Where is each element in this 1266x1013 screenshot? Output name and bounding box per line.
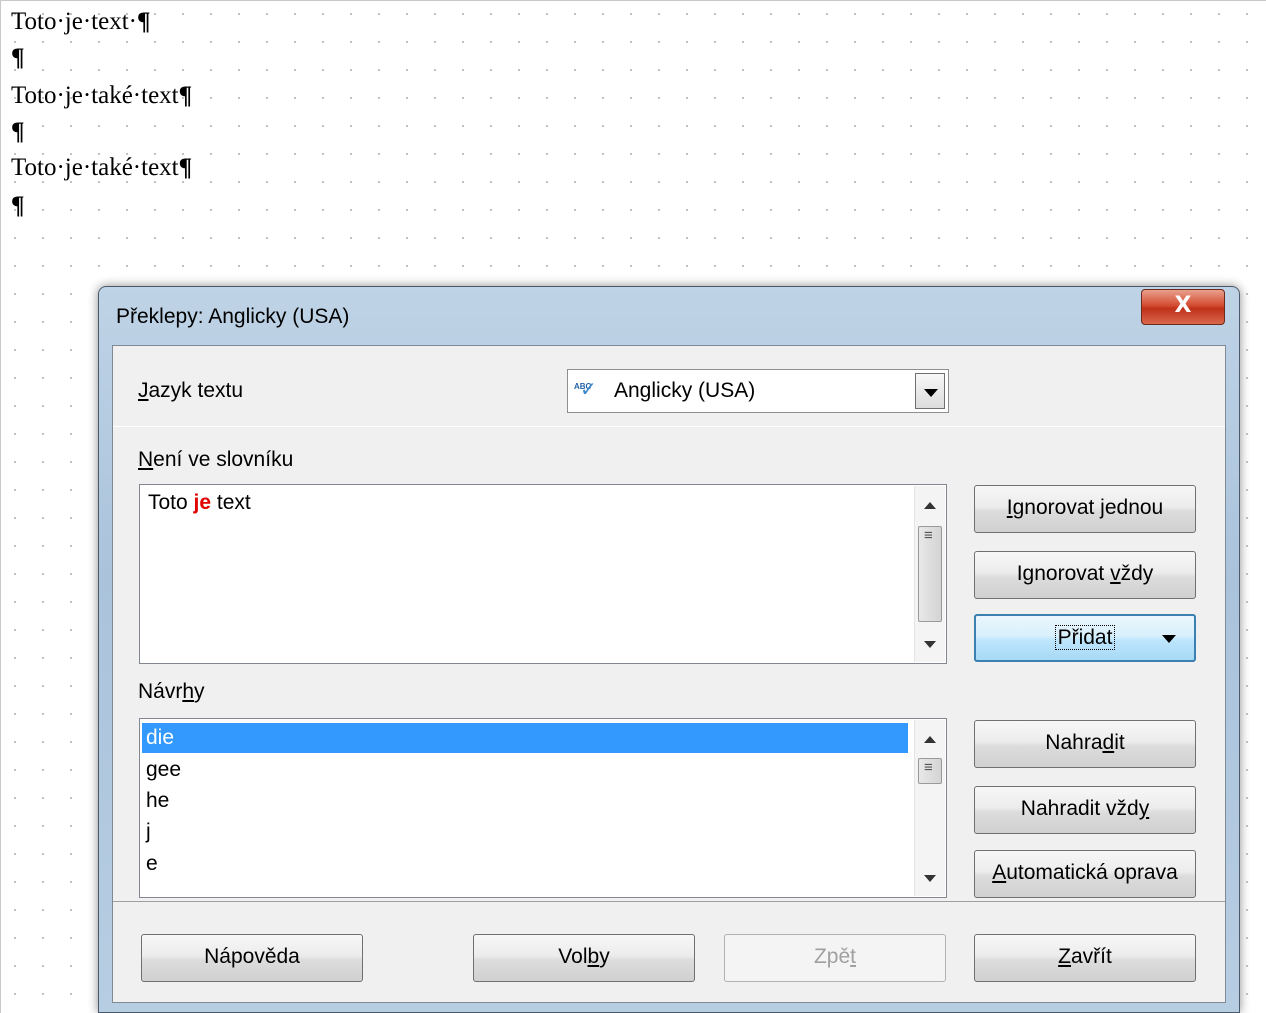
not-in-dictionary-label: Není ve slovníku — [138, 448, 294, 471]
replace-button[interactable]: Nahradit — [974, 720, 1196, 768]
suggestions-scroll-thumb[interactable] — [918, 758, 942, 784]
paragraph-3[interactable]: Toto·je·také·text¶ — [11, 82, 192, 110]
scroll-up-icon[interactable] — [924, 736, 936, 743]
options-button[interactable]: Volby — [473, 934, 695, 982]
language-select-value: Anglicky (USA) — [614, 379, 756, 402]
not-in-dictionary-textbox[interactable]: Toto je text — [139, 484, 947, 664]
help-button[interactable]: Nápověda — [141, 934, 363, 982]
close-button[interactable]: Zavřít — [974, 934, 1196, 982]
paragraph-1[interactable]: Toto·je·text·¶ — [11, 8, 151, 36]
chevron-down-icon[interactable] — [915, 373, 945, 409]
language-label: Jazyk textu — [138, 379, 244, 402]
dialog-title: Překlepy: Anglicky (USA) — [116, 305, 350, 328]
suggestion-item[interactable]: e — [142, 849, 908, 879]
scroll-up-icon[interactable] — [924, 502, 936, 509]
ignore-all-button[interactable]: Ignorovat vždy — [974, 551, 1196, 599]
paragraph-5[interactable]: Toto·je·také·text¶ — [11, 154, 192, 182]
suggestions-scrollbar[interactable] — [914, 720, 945, 896]
add-button[interactable]: Přidat — [974, 614, 1196, 662]
suggestions-list[interactable]: die gee he j e — [139, 718, 947, 898]
scroll-down-icon[interactable] — [924, 641, 936, 648]
suggestion-item-selected[interactable]: die — [142, 723, 908, 753]
page-top-border — [1, 0, 1266, 1]
undo-button[interactable]: Zpět — [724, 934, 946, 982]
scroll-down-icon[interactable] — [924, 875, 936, 882]
textbox-scroll-thumb[interactable] — [918, 526, 942, 622]
replace-all-button[interactable]: Nahradit vždy — [974, 786, 1196, 834]
textbox-scrollbar[interactable] — [914, 486, 945, 662]
paragraph-6[interactable]: ¶ — [11, 192, 25, 220]
error-sentence: Toto je text — [148, 491, 251, 514]
dialog-client-area: Jazyk textu ABC ✓ Anglicky (USA) Není ve … — [112, 345, 1226, 1003]
dropdown-arrow-icon[interactable] — [1162, 635, 1176, 643]
close-window-button[interactable]: X — [1141, 289, 1225, 325]
dialog-titlebar[interactable]: Překlepy: Anglicky (USA) X — [99, 287, 1239, 347]
paragraph-2[interactable]: ¶ — [11, 44, 25, 72]
paragraph-4[interactable]: ¶ — [11, 118, 25, 146]
suggestions-label: Návrhy — [138, 680, 205, 703]
spelling-dialog: Překlepy: Anglicky (USA) X Jazyk textu A… — [98, 286, 1240, 1013]
autocorrect-button[interactable]: Automatická oprava — [974, 850, 1196, 898]
ignore-once-button[interactable]: Ignorovat jednou — [974, 485, 1196, 533]
misspelled-word: je — [193, 491, 212, 514]
suggestion-item[interactable]: j — [142, 817, 908, 847]
language-select[interactable]: ABC ✓ Anglicky (USA) — [567, 369, 949, 413]
suggestion-item[interactable]: gee — [142, 755, 908, 785]
spellcheck-abc-icon: ABC ✓ — [574, 379, 597, 401]
suggestion-item[interactable]: he — [142, 786, 908, 816]
